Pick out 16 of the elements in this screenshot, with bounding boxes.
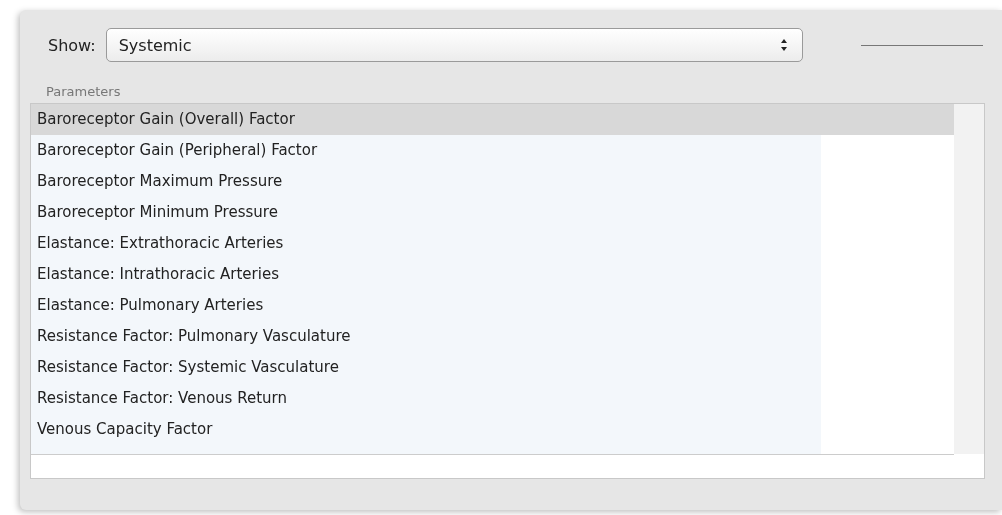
parameter-item[interactable]: Resistance Factor: Pulmonary Vasculature [31, 321, 954, 352]
parameter-item[interactable]: Elastance: Intrathoracic Arteries [31, 259, 954, 290]
parameters-label: Parameters [46, 84, 122, 99]
parameter-item[interactable]: Baroreceptor Minimum Pressure [31, 197, 954, 228]
show-label: Show: [48, 35, 96, 55]
parameter-item[interactable]: Baroreceptor Gain (Peripheral) Factor [31, 135, 954, 166]
parameter-item[interactable]: Venous Capacity Factor [31, 414, 954, 445]
parameter-item[interactable]: Elastance: Extrathoracic Arteries [31, 228, 954, 259]
show-dropdown[interactable]: Systemic [105, 28, 803, 62]
scroll-track[interactable] [954, 104, 984, 454]
parameter-item[interactable]: Resistance Factor: Venous Return [31, 383, 954, 414]
parameter-item[interactable]: Elastance: Pulmonary Arteries [31, 290, 954, 321]
parameter-item[interactable]: Resistance Factor: Systemic Vasculature [31, 352, 954, 383]
stepper-arrows-icon [779, 38, 788, 52]
parameter-item[interactable]: Baroreceptor Gain (Overall) Factor [31, 104, 954, 135]
parameter-item[interactable]: Baroreceptor Maximum Pressure [31, 166, 954, 197]
